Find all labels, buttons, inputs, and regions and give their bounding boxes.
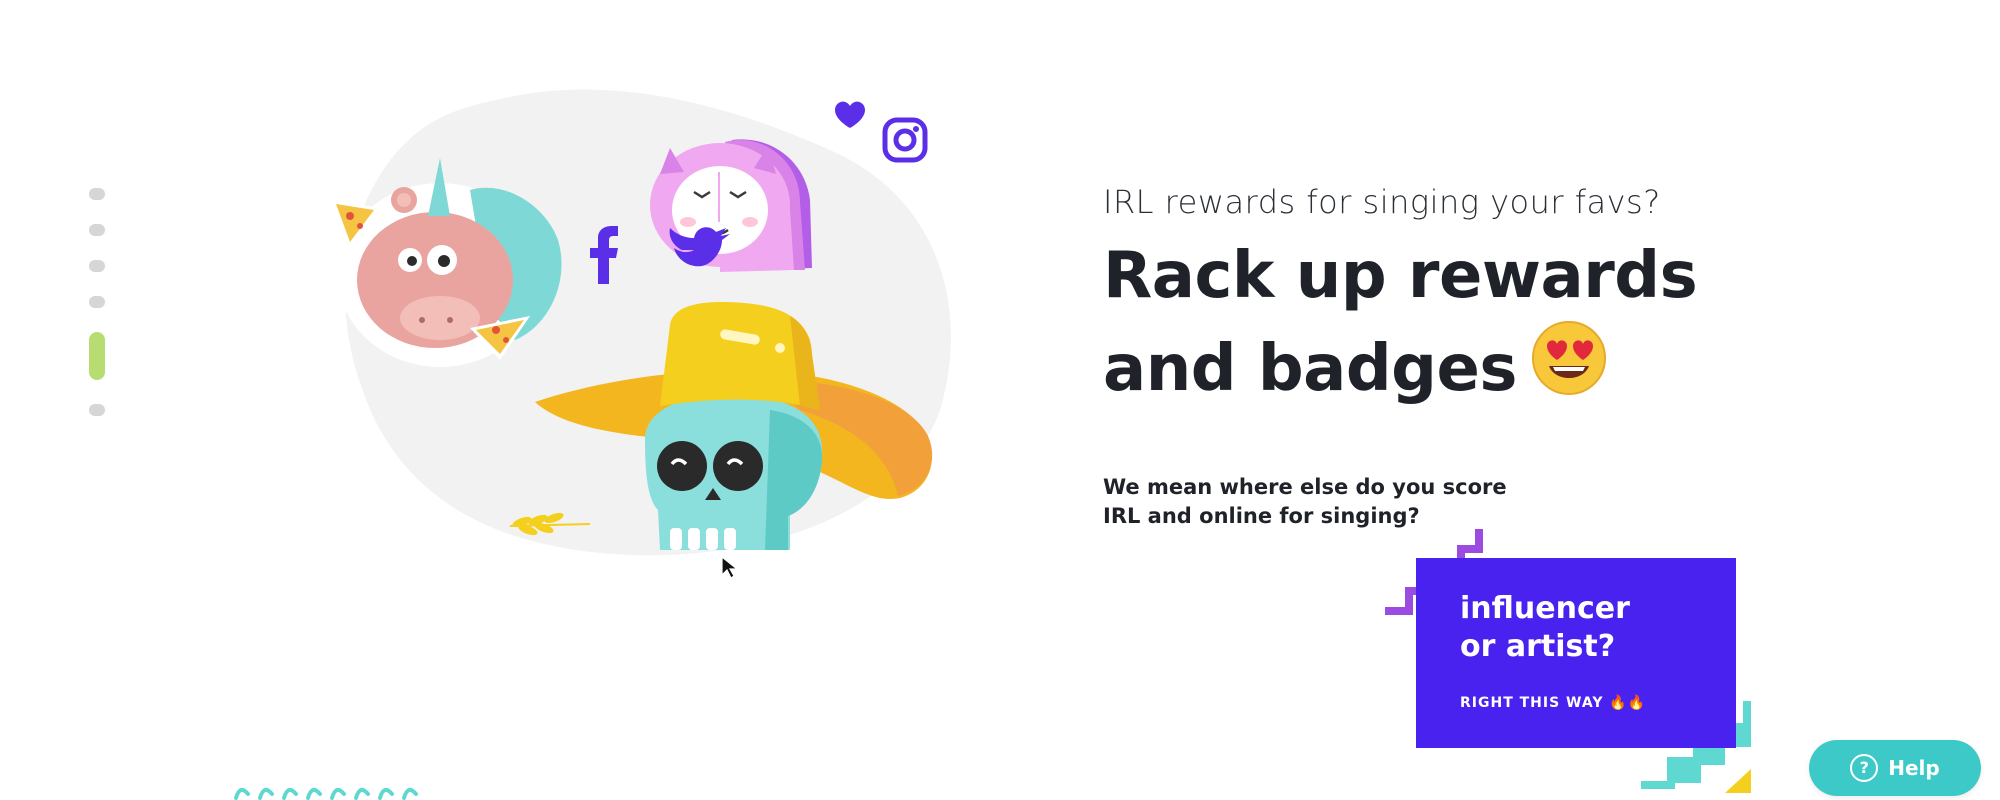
hero-kicker: IRL rewards for singing your favs?	[1103, 183, 1661, 221]
page: IRL rewards for singing your favs? Rack …	[0, 0, 2000, 800]
slide-dot-4[interactable]	[89, 296, 105, 308]
cta-title-line-1: influencer	[1460, 591, 1630, 626]
instagram-icon	[882, 117, 928, 163]
headline-line-2: and badges	[1103, 332, 1517, 406]
heart-icon	[835, 101, 865, 128]
right-this-way-link[interactable]: RIGHT THIS WAY 🔥🔥	[1460, 695, 1646, 711]
mouse-cursor-icon	[721, 555, 739, 585]
yellow-triangle	[1725, 769, 1751, 793]
question-mark-icon: ?	[1850, 754, 1879, 782]
headline-line-1: Rack up rewards	[1103, 239, 1698, 313]
help-button[interactable]: ? Help	[1809, 740, 1981, 796]
hero-copy: IRL rewards for singing your favs? Rack …	[1103, 178, 1863, 531]
cta-title: influencer or artist?	[1460, 590, 1720, 666]
zigzag-decoration	[232, 780, 432, 800]
slide-dot-5-active[interactable]	[89, 332, 105, 380]
rewards-illustration	[300, 80, 1000, 580]
slide-dot-3[interactable]	[89, 260, 105, 272]
slide-dot-1[interactable]	[89, 188, 105, 200]
influencer-cta: influencer or artist? RIGHT THIS WAY 🔥🔥	[1385, 525, 1755, 800]
slide-nav	[89, 188, 105, 440]
hero-headline: Rack up rewards and badges	[1103, 232, 1863, 419]
slide-dot-6[interactable]	[89, 404, 105, 416]
body-line-2: IRL and online for singing?	[1103, 504, 1420, 528]
body-line-1: We mean where else do you score	[1103, 475, 1507, 499]
slide-dot-2[interactable]	[89, 224, 105, 236]
help-label: Help	[1888, 756, 1940, 780]
hero-body: We mean where else do you score IRL and …	[1103, 473, 1563, 531]
heart-eyes-emoji-icon	[1531, 320, 1607, 419]
cta-card[interactable]: influencer or artist? RIGHT THIS WAY 🔥🔥	[1416, 558, 1736, 748]
cta-title-line-2: or artist?	[1460, 629, 1616, 664]
